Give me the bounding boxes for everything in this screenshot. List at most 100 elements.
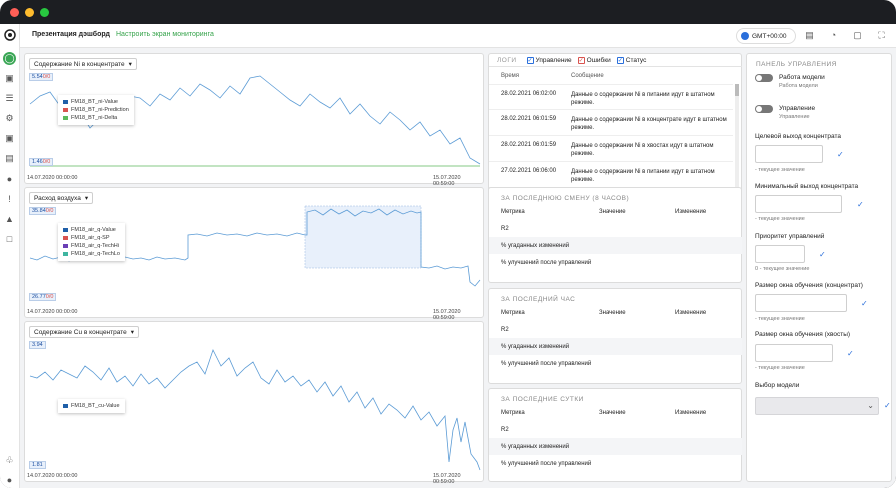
page-title: Презентация дэшборд (32, 31, 110, 38)
chart-select-cu[interactable]: Содержание Cu в концентрате ▾ (29, 326, 139, 338)
dashboard-icon[interactable]: ◯ (3, 52, 16, 65)
eye-logo-icon (3, 28, 16, 41)
metrics-header: Метрика Значение Изменение (489, 404, 742, 421)
target-yield-input[interactable] (755, 145, 823, 163)
report-icon[interactable]: ▤ (3, 152, 16, 165)
confirm-check-icon[interactable]: ✓ (857, 200, 864, 209)
chart-select-label: Содержание Ni в концентрате (34, 60, 125, 68)
col-change: Изменение (675, 410, 707, 416)
log-row[interactable]: 28.02.2021 06:01:59 Данные о содержании N… (489, 110, 733, 136)
x-end-label: 15.07.2020 00:59:00 (433, 309, 461, 321)
y-min-badge: 1.81 (29, 461, 46, 469)
legend-item[interactable]: FM18_air_q-SP (63, 234, 120, 242)
legend-swatch (63, 252, 68, 256)
confirm-check-icon[interactable]: ✓ (861, 299, 868, 308)
confirm-check-icon[interactable]: ✓ (819, 250, 826, 259)
users-icon[interactable]: ● (3, 172, 16, 185)
priority-input[interactable] (755, 245, 805, 263)
legend-item[interactable]: FM18_BT_ni-Prediction (63, 106, 129, 114)
monitor-icon[interactable]: ▣ (3, 132, 16, 145)
filter-status[interactable]: ✓ Статус (616, 56, 646, 64)
legend-item[interactable]: FM18_BT_ni-Delta (63, 114, 129, 122)
field-current: - текущее значение (755, 167, 805, 173)
checkbox-icon: ✓ (526, 56, 534, 64)
clipboard-icon[interactable]: □ (3, 232, 16, 245)
log-row[interactable]: 28.02.2021 06:02:00 Данные о содержании N… (489, 84, 733, 110)
chart-select-label: Расход воздуха (34, 194, 81, 202)
log-message: Данные о содержании Ni в хвостах идут в … (571, 143, 714, 157)
col-message-header: Сообщение (571, 73, 604, 79)
control-toggle[interactable] (755, 105, 773, 113)
configure-monitoring-link[interactable]: Настроить экран мониторинга (116, 31, 214, 38)
y-max-suffix: 0/0 (45, 208, 54, 214)
y-max-badge: 3.94 (29, 341, 46, 349)
metrics-panel-shift: ЗА ПОСЛЕДНЮЮ СМЕНУ (8 ЧАСОВ) Метрика Знач… (488, 187, 742, 283)
filter-label: Ошибки (586, 56, 611, 64)
legend-item[interactable]: FM18_air_q-TechHi (63, 242, 120, 250)
legend-item[interactable]: FM18_BT_cu-Value (63, 402, 120, 410)
legend-item[interactable]: FM18_BT_ni-Value (63, 98, 129, 106)
window-tailings-input[interactable] (755, 344, 833, 362)
window-concentrate-input[interactable] (755, 294, 847, 312)
metrics-panel-day: ЗА ПОСЛЕДНИЕ СУТКИ Метрика Значение Измене… (488, 388, 742, 482)
chart-select-air[interactable]: Расход воздуха ▾ (29, 192, 94, 204)
minimize-dot[interactable] (25, 8, 34, 17)
sidebar: ◯ ▣ ☰ ⚙ ▣ ▤ ● ! ▲ □ ♧ ● (0, 24, 20, 488)
col-metric: Метрика (501, 209, 525, 215)
log-row[interactable]: 28.02.2021 06:01:59 Данные о содержании N… (489, 136, 733, 162)
factory-icon[interactable]: ▣ (3, 72, 16, 85)
checkbox-icon: ✓ (577, 56, 585, 64)
timezone-label: GMT+00:00 (752, 32, 787, 40)
log-time: 28.02.2021 06:01:59 (501, 142, 557, 148)
tab-logs[interactable]: ЛОГИ (493, 57, 521, 64)
alert-icon[interactable]: ! (3, 192, 16, 205)
legend-swatch (63, 108, 68, 112)
logs-scrollbar[interactable] (735, 84, 739, 194)
min-yield-input[interactable] (755, 195, 842, 213)
close-dot[interactable] (10, 8, 19, 17)
hierarchy-icon[interactable]: ▲ (3, 212, 16, 225)
toggle-sublabel: Управление (779, 114, 810, 120)
field-current: - текущее значение (755, 316, 805, 322)
bell-icon[interactable]: ♧ (3, 454, 16, 467)
y-max-badge: 35.840/0 (29, 207, 57, 215)
filter-control[interactable]: ✓ Управление (526, 56, 572, 64)
y-max-suffix: 0/0 (42, 74, 51, 80)
chart-select-ni[interactable]: Содержание Ni в концентрате ▾ (29, 58, 137, 70)
legend-item[interactable]: FM18_air_q-Value (63, 226, 120, 234)
col-metric: Метрика (501, 310, 525, 316)
legend-label: FM18_BT_ni-Prediction (71, 107, 129, 113)
gear-icon[interactable]: ⚙ (3, 112, 16, 125)
filter-errors[interactable]: ✓ Ошибки (577, 56, 611, 64)
confirm-check-icon[interactable]: ✓ (884, 401, 891, 410)
confirm-check-icon[interactable]: ✓ (837, 150, 844, 159)
timezone-button[interactable]: GMT+00:00 (736, 28, 796, 44)
legend-label: FM18_BT_cu-Value (71, 403, 120, 409)
model-select[interactable]: ⌄ (755, 397, 879, 415)
confirm-check-icon[interactable]: ✓ (847, 349, 854, 358)
metric-name: R2 (501, 427, 509, 433)
select-area-icon[interactable]: ▢ (852, 30, 863, 41)
log-message: Данные о содержании Ni в питании идут в … (571, 169, 715, 183)
model-toggle[interactable] (755, 74, 773, 82)
window-controls (10, 8, 49, 17)
y-min-suffix: 0/0 (45, 294, 54, 300)
maximize-dot[interactable] (40, 8, 49, 17)
section-title: ЗА ПОСЛЕДНИЕ СУТКИ (501, 396, 584, 403)
field-label: Приоритет управлений (755, 233, 825, 240)
speedometer-icon[interactable]: ◔ (828, 30, 839, 41)
log-row[interactable]: 27.02.2021 06:06:00 Данные о содержании N… (489, 162, 733, 188)
user-status-icon[interactable]: ● (3, 473, 16, 486)
legend-label: FM18_BT_ni-Delta (71, 115, 118, 121)
scrollbar-thumb[interactable] (735, 84, 739, 96)
control-panel: ПАНЕЛЬ УПРАВЛЕНИЯ Работа модели Работа м… (746, 53, 892, 482)
database-icon[interactable]: ☰ (3, 92, 16, 105)
legend-item[interactable]: FM18_air_q-TechLo (63, 250, 120, 258)
metric-row: R2 (489, 321, 742, 338)
y-max-value: 3.94 (32, 342, 43, 348)
metrics-header: Метрика Значение Изменение (489, 304, 742, 321)
y-min-value: 1.46 (32, 159, 43, 165)
filter-label: Управление (535, 56, 572, 64)
print-icon[interactable]: ▤ (804, 30, 815, 41)
fullscreen-icon[interactable]: ⛶ (876, 30, 887, 41)
